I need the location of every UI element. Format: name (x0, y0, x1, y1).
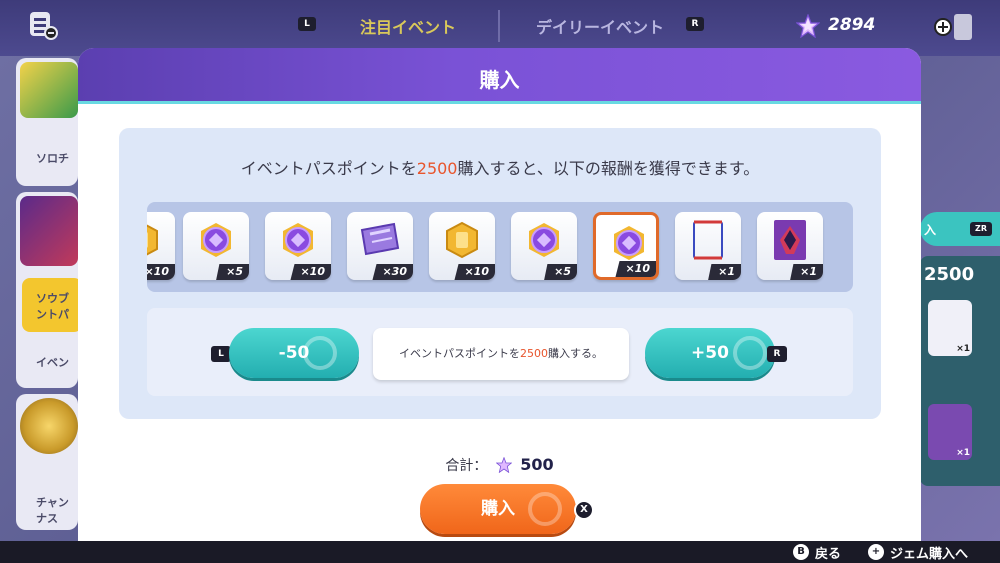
purchase-info-box: イベントパスポイントを2500購入すると、以下の報酬を獲得できます。 ×10 ×… (119, 128, 881, 419)
reward-qty: ×5 (544, 264, 577, 280)
reward-item[interactable]: ×30 (347, 212, 413, 280)
right-chip[interactable]: 入 ZR (920, 212, 1000, 246)
stepper-msg-suffix: 購入する。 (548, 347, 603, 360)
increase-button[interactable]: +50 (645, 328, 775, 378)
right-panel: 2500 ×1 ×1 (920, 256, 1000, 486)
purchase-label: 購入 (481, 499, 515, 519)
reward-item[interactable]: ×1 (675, 212, 741, 280)
b-key-icon: B (793, 544, 809, 560)
portrait-card-icon (774, 220, 806, 260)
purchase-modal: 購入 イベントパスポイントを2500購入すると、以下の報酬を獲得できます。 ×1… (78, 48, 921, 541)
pokeball-icon (303, 336, 337, 370)
l-key-badge: L (211, 346, 231, 362)
reward-item[interactable]: ×5 (183, 212, 249, 280)
reward-qty: ×10 (147, 264, 175, 280)
gold-coin-icon (147, 224, 158, 256)
rewards-strip[interactable]: ×10 ×5 ×10 ×30 ×10 ×5 (147, 202, 853, 292)
info-suffix: 購入すると、以下の報酬を獲得できます。 (457, 159, 760, 178)
pokeball-icon (528, 492, 562, 526)
ticket-icon (360, 222, 400, 256)
zr-key: ZR (970, 222, 992, 236)
tab-featured-events[interactable]: 注目イベント (360, 14, 456, 38)
gem-icon (796, 14, 820, 38)
profile-card-icon[interactable] (954, 14, 972, 40)
frame-icon (693, 220, 723, 260)
right-chip-label: 入 (924, 223, 937, 237)
tab-divider (498, 10, 500, 42)
reward-item[interactable]: ×1 (757, 212, 823, 280)
side-card-label: ソウブ ントパ (36, 292, 69, 321)
side-card-image (20, 196, 78, 266)
right-card: ×1 (928, 404, 972, 460)
tab-key-r: R (686, 17, 704, 31)
reward-item[interactable]: ×5 (511, 212, 577, 280)
stepper-msg-prefix: イベントパスポイントを (399, 347, 520, 360)
reward-qty: ×10 (615, 261, 656, 277)
reward-item[interactable]: ×10 (429, 212, 495, 280)
pokeball-icon (733, 336, 767, 370)
purple-coin-icon (614, 226, 644, 260)
right-card: ×1 (928, 300, 972, 356)
info-prefix: イベントパスポイントを (240, 159, 417, 178)
right-card-qty: ×1 (956, 448, 970, 458)
reward-qty: ×10 (454, 264, 495, 280)
gem-count: 2894 (828, 15, 876, 35)
bottom-hint-bar: B 戻る + ジェム購入へ (0, 541, 1000, 563)
right-points: 2500 (924, 264, 975, 285)
side-card-label: イベン (36, 356, 69, 369)
info-amount: 2500 (416, 159, 458, 178)
stepper-message: イベントパスポイントを2500購入する。 (373, 328, 629, 380)
quantity-stepper: L -50 イベントパスポイントを2500購入する。 +50 R (147, 308, 853, 396)
total-amount: 500 (520, 455, 554, 474)
tab-daily-events[interactable]: デイリーイベント (536, 14, 664, 38)
total-label: 合計： (445, 458, 488, 474)
side-card-soul-pass[interactable]: ソウブ ントパ イベン (16, 192, 78, 388)
stepper-msg-amount: 2500 (520, 347, 548, 360)
reward-item-selected[interactable]: ×10 (593, 212, 659, 280)
plus-key-icon: + (868, 544, 884, 560)
r-key-badge: R (767, 346, 787, 362)
side-card-image (20, 398, 78, 454)
reward-qty: ×30 (372, 264, 413, 280)
reward-item[interactable]: ×10 (265, 212, 331, 280)
reward-qty: ×5 (216, 264, 249, 280)
minus-key-icon (44, 26, 58, 40)
purple-coin-icon (529, 223, 559, 257)
purple-coin-icon (283, 223, 313, 257)
gold-coin-icon (446, 221, 478, 259)
total-row: 合計： 500 (78, 455, 921, 475)
side-card-label: ソロチ (36, 152, 69, 165)
back-button[interactable]: 戻る (815, 543, 841, 562)
x-key-badge: X (574, 500, 594, 520)
add-gems-icon[interactable] (934, 18, 952, 36)
purchase-button[interactable]: 購入 (420, 484, 576, 534)
modal-header: 購入 (78, 48, 921, 104)
gem-icon (495, 457, 512, 473)
side-card-challenge[interactable]: チャン ナス (16, 394, 78, 530)
right-card-qty: ×1 (956, 344, 970, 354)
reward-qty: ×1 (708, 264, 741, 280)
modal-title: 購入 (479, 68, 520, 92)
reward-qty: ×10 (290, 264, 331, 280)
tab-key-l: L (298, 17, 316, 31)
increase-label: +50 (691, 343, 729, 363)
reward-qty: ×1 (790, 264, 823, 280)
decrease-button[interactable]: -50 (229, 328, 359, 378)
reward-item[interactable]: ×10 (147, 212, 175, 280)
purchase-info-text: イベントパスポイントを2500購入すると、以下の報酬を獲得できます。 (119, 155, 881, 179)
side-card-image (20, 62, 78, 118)
menu-button[interactable] (30, 12, 58, 40)
side-card-solo[interactable]: ソロチ (16, 58, 78, 186)
side-card-label: チャン ナス (36, 496, 69, 525)
purple-coin-icon (201, 223, 231, 257)
gem-shop-button[interactable]: ジェム購入へ (890, 543, 968, 562)
